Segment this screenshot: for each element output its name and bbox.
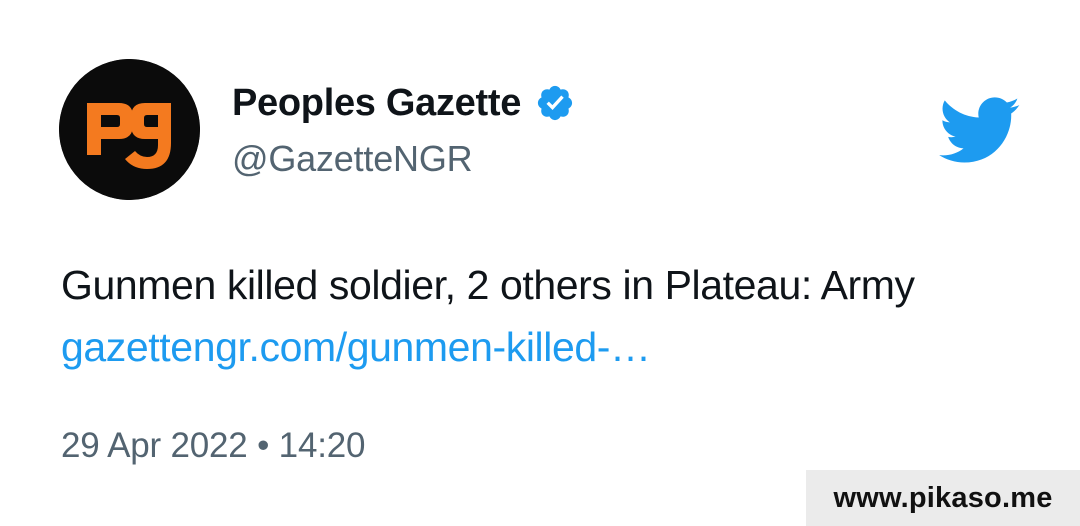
tweet-author: Peoples Gazette @GazetteNGR	[232, 80, 575, 180]
avatar[interactable]	[59, 59, 200, 200]
tweet-timestamp[interactable]: 29 Apr 2022 • 14:20	[61, 426, 365, 466]
verified-badge-icon	[535, 83, 575, 123]
twitter-bird-icon[interactable]	[938, 97, 1022, 165]
article-link[interactable]: gazettengr.com/gunmen-killed-…	[61, 324, 651, 371]
watermark-text: www.pikaso.me	[833, 481, 1053, 514]
display-name[interactable]: Peoples Gazette	[232, 82, 521, 125]
pg-logo-icon	[59, 59, 200, 200]
tweet-text: Gunmen killed soldier, 2 others in Plate…	[61, 262, 915, 308]
user-handle[interactable]: @GazetteNGR	[232, 138, 575, 180]
watermark: www.pikaso.me	[806, 470, 1080, 526]
name-row: Peoples Gazette	[232, 80, 575, 126]
